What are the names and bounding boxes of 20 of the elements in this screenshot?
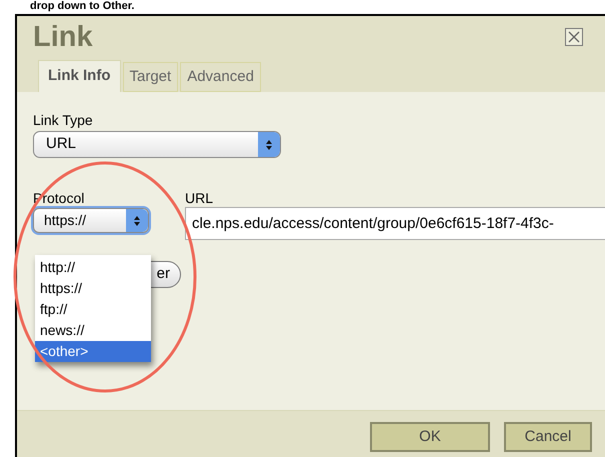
close-button[interactable] xyxy=(565,28,583,46)
link-type-select[interactable]: URL xyxy=(33,131,281,158)
tab[interactable]: Link Info xyxy=(38,60,120,92)
dropdown-option[interactable]: news:// xyxy=(35,320,151,341)
dialog-button[interactable]: OK xyxy=(370,422,490,452)
dropdown-option[interactable]: http:// xyxy=(35,257,151,278)
url-field[interactable]: cle.nps.edu/access/content/group/0e6cf615-18f7-4f3c- xyxy=(185,207,605,240)
select-arrows-icon xyxy=(258,132,280,157)
dropdown-option[interactable]: ftp:// xyxy=(35,299,151,320)
protocol-select[interactable]: https:// xyxy=(33,208,149,233)
dialog-button[interactable]: Cancel xyxy=(504,422,592,452)
dropdown-option[interactable]: <other> xyxy=(35,341,151,362)
dialog-title: Link xyxy=(33,20,93,54)
tab[interactable]: Advanced xyxy=(180,62,261,92)
caption-text: drop down to Other. xyxy=(30,0,134,13)
field-label: URL xyxy=(185,189,214,207)
select-arrows-icon xyxy=(126,209,148,232)
dropdown-option[interactable]: https:// xyxy=(35,278,151,299)
field-label: Link Type xyxy=(33,111,94,129)
tab[interactable]: Target xyxy=(122,62,178,92)
